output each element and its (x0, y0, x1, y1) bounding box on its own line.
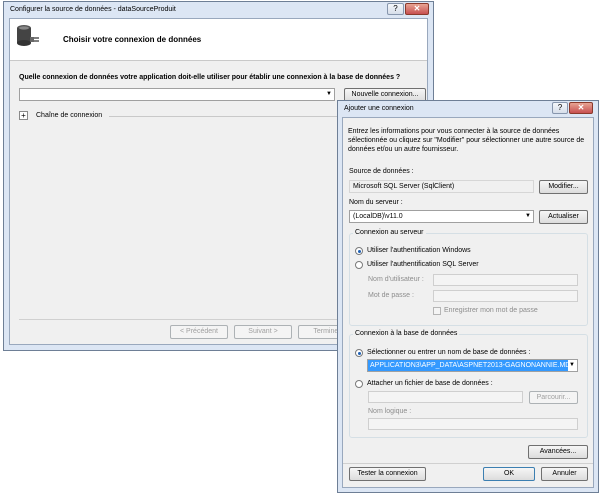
logical-name-field[interactable] (368, 418, 578, 430)
server-auth-group-title: Connexion au serveur (353, 229, 426, 236)
chevron-down-icon: ▼ (569, 362, 575, 368)
dialog-title: Ajouter une connexion (344, 105, 414, 112)
save-password-label[interactable]: Enregistrer mon mot de passe (444, 307, 538, 314)
password-field[interactable] (433, 290, 578, 302)
browse-button[interactable]: Parcourir... (529, 391, 578, 404)
previous-button[interactable]: < Précédent (170, 325, 228, 339)
username-label: Nom d'utilisateur : (368, 276, 424, 283)
wizard-header: Choisir votre connexion de données (10, 19, 427, 61)
attach-file-field[interactable] (368, 391, 523, 403)
connection-question: Quelle connexion de données votre applic… (19, 74, 401, 81)
wizard-help-button[interactable]: ? (387, 3, 404, 15)
server-name-value: (LocalDB)\v11.0 (353, 213, 403, 220)
windows-auth-radio[interactable] (355, 247, 363, 255)
ok-button[interactable]: OK (483, 467, 535, 481)
wizard-titlebar[interactable]: Configurer la source de données - dataSo… (4, 2, 433, 18)
database-group-title: Connexion à la base de données (353, 330, 460, 337)
refresh-button[interactable]: Actualiser (539, 210, 588, 224)
dialog-close-button[interactable]: ✕ (569, 102, 593, 114)
wizard-title: Configurer la source de données - dataSo… (10, 6, 176, 13)
sql-auth-label[interactable]: Utiliser l'authentification SQL Server (367, 261, 479, 268)
dialog-footer-divider (343, 463, 593, 464)
username-field[interactable] (433, 274, 578, 286)
data-source-field: Microsoft SQL Server (SqlClient) (349, 180, 534, 193)
cancel-button[interactable]: Annuler (541, 467, 588, 481)
server-name-combobox[interactable]: (LocalDB)\v11.0 ▼ (349, 210, 534, 223)
server-name-label: Nom du serveur : (349, 199, 403, 206)
dialog-help-button[interactable]: ? (552, 102, 568, 114)
chevron-down-icon: ▼ (525, 213, 531, 219)
test-connection-button[interactable]: Tester la connexion (349, 467, 426, 481)
dialog-body: Entrez les informations pour vous connec… (342, 117, 594, 488)
next-button[interactable]: Suivant > (234, 325, 292, 339)
database-name-value: APPLICATION3\APP_DATA\ASPNET2013-GAGNONA… (368, 360, 568, 371)
connection-combobox[interactable]: ▼ (19, 88, 335, 101)
select-database-label[interactable]: Sélectionner ou entrer un nom de base de… (367, 349, 530, 356)
wizard-heading: Choisir votre connexion de données (63, 35, 202, 44)
attach-database-label[interactable]: Attacher un fichier de base de données : (367, 380, 493, 387)
dialog-intro-text: Entrez les informations pour vous connec… (348, 128, 585, 153)
dialog-titlebar[interactable]: Ajouter une connexion ? ✕ (338, 101, 598, 116)
chevron-down-icon: ▼ (326, 91, 332, 97)
save-password-checkbox[interactable] (433, 307, 441, 315)
logical-name-label: Nom logique : (368, 408, 412, 415)
wizard-close-button[interactable]: ✕ (405, 3, 429, 15)
data-source-label: Source de données : (349, 168, 414, 175)
password-label: Mot de passe : (368, 292, 414, 299)
database-name-combobox[interactable]: APPLICATION3\APP_DATA\ASPNET2013-GAGNONA… (367, 359, 578, 372)
database-plug-icon (17, 25, 39, 46)
expand-connection-string-toggle[interactable]: + (19, 111, 28, 120)
sql-auth-radio[interactable] (355, 261, 363, 269)
connection-string-label: Chaîne de connexion (36, 112, 103, 119)
advanced-button[interactable]: Avancées... (528, 445, 588, 459)
modify-button[interactable]: Modifier... (539, 180, 588, 194)
select-database-radio[interactable] (355, 349, 363, 357)
add-connection-dialog: Ajouter une connexion ? ✕ Entrez les inf… (337, 100, 599, 493)
attach-database-radio[interactable] (355, 380, 363, 388)
windows-auth-label[interactable]: Utiliser l'authentification Windows (367, 247, 471, 254)
